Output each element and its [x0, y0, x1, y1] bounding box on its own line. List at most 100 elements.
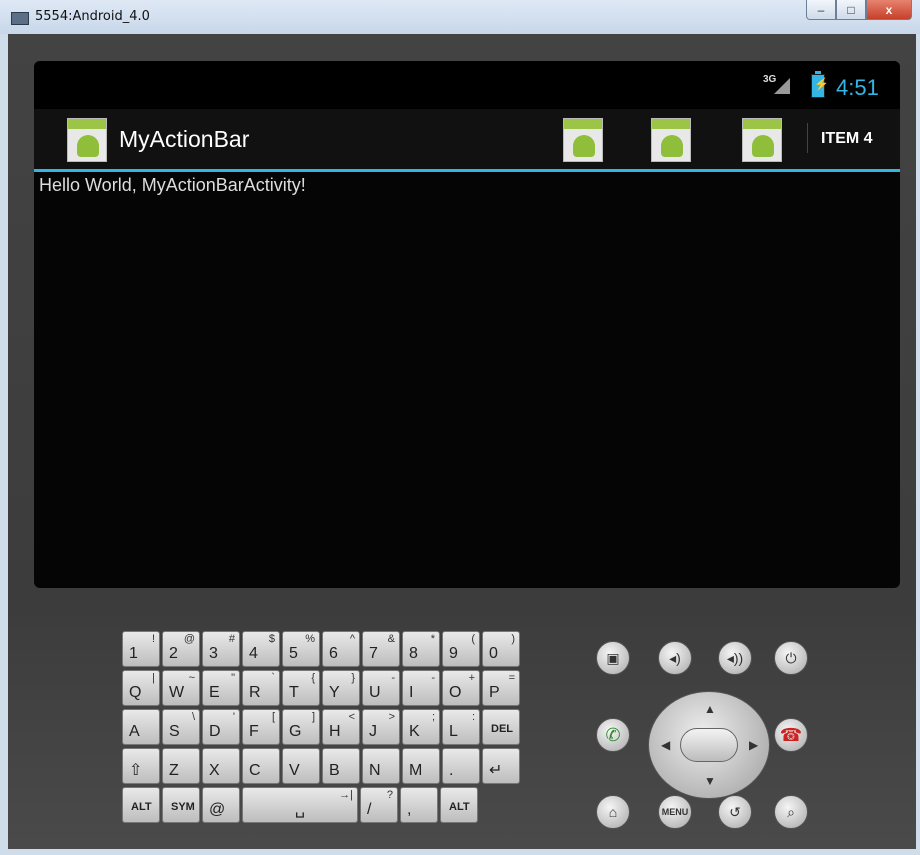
key-label: 5: [289, 645, 298, 662]
back-icon: ↺: [729, 803, 741, 820]
key-1-1[interactable]: W ~: [162, 670, 200, 706]
key-1-3[interactable]: R `: [242, 670, 280, 706]
dpad-down-icon[interactable]: ▼: [704, 774, 716, 788]
key-3-9[interactable]: ↵: [482, 748, 520, 784]
end-call-button[interactable]: ☎: [774, 718, 808, 752]
home-button[interactable]: ⌂: [596, 795, 630, 829]
key-3-4[interactable]: V: [282, 748, 320, 784]
key-2-5[interactable]: H <: [322, 709, 360, 745]
key-0-9[interactable]: 0): [482, 631, 520, 667]
key-1-9[interactable]: P =: [482, 670, 520, 706]
key-2-2[interactable]: D ': [202, 709, 240, 745]
key-0-4[interactable]: 5%: [282, 631, 320, 667]
key-1-2[interactable]: E ": [202, 670, 240, 706]
key-2-4[interactable]: G]: [282, 709, 320, 745]
key-label: 7: [369, 645, 378, 662]
key-2-6[interactable]: J >: [362, 709, 400, 745]
camera-icon: ▣: [606, 649, 620, 666]
emulator-body: 3G ⚡ 4:51 MyActionBar ITEM 4 Hello World…: [8, 34, 916, 849]
key-0-5[interactable]: 6 ^: [322, 631, 360, 667]
device-screen[interactable]: 3G ⚡ 4:51 MyActionBar ITEM 4 Hello World…: [34, 61, 900, 588]
dpad-center-button[interactable]: [680, 728, 738, 762]
key-label: E: [209, 684, 220, 701]
key-2-7[interactable]: K;: [402, 709, 440, 745]
key-3-2[interactable]: X: [202, 748, 240, 784]
power-button[interactable]: ⏻: [774, 641, 808, 675]
key-3-7[interactable]: M: [402, 748, 440, 784]
key-3-8[interactable]: .: [442, 748, 480, 784]
action-item-2-icon[interactable]: [651, 118, 691, 162]
key-label: ALT: [449, 801, 470, 813]
dpad-up-icon[interactable]: ▲: [704, 702, 716, 716]
key-alt-label: $: [268, 633, 275, 645]
key-alt-label: -: [431, 672, 435, 684]
key-4-3[interactable]: ␣ →|: [242, 787, 358, 823]
search-button[interactable]: ⌕: [774, 795, 808, 829]
key-alt-label: ~: [188, 672, 195, 684]
window-icon: [11, 12, 29, 25]
key-0-2[interactable]: 3 #: [202, 631, 240, 667]
status-bar: 3G ⚡ 4:51: [34, 61, 900, 109]
key-4-2[interactable]: @: [202, 787, 240, 823]
volume-down-icon: ◂): [669, 649, 681, 666]
key-2-1[interactable]: S \: [162, 709, 200, 745]
key-1-5[interactable]: Y}: [322, 670, 360, 706]
key-alt-label: ': [232, 711, 235, 723]
dpad-left-icon[interactable]: ◀: [661, 738, 670, 752]
key-3-5[interactable]: B: [322, 748, 360, 784]
key-1-7[interactable]: I-: [402, 670, 440, 706]
camera-button[interactable]: ▣: [596, 641, 630, 675]
minimize-button[interactable]: –: [806, 0, 836, 20]
signal-icon: [774, 78, 790, 94]
close-button[interactable]: x: [866, 0, 912, 20]
key-4-4[interactable]: /?: [360, 787, 398, 823]
back-button[interactable]: ↺: [718, 795, 752, 829]
app-icon[interactable]: [67, 118, 107, 162]
key-2-3[interactable]: F[: [242, 709, 280, 745]
call-button[interactable]: ✆: [596, 718, 630, 752]
volume-up-button[interactable]: ◂)): [718, 641, 752, 675]
key-label: G: [289, 723, 302, 740]
key-2-0[interactable]: A: [122, 709, 160, 745]
key-label: A: [129, 723, 140, 740]
key-0-6[interactable]: 7 &: [362, 631, 400, 667]
key-0-3[interactable]: 4 $: [242, 631, 280, 667]
key-3-0[interactable]: ⇧: [122, 748, 160, 784]
action-item-3-icon[interactable]: [742, 118, 782, 162]
window-title: 5554:Android_4.0: [35, 9, 150, 24]
key-1-6[interactable]: U-: [362, 670, 400, 706]
key-0-1[interactable]: 2 @: [162, 631, 200, 667]
key-4-0[interactable]: ALT: [122, 787, 160, 823]
key-label: Q: [129, 684, 142, 701]
key-1-4[interactable]: T{: [282, 670, 320, 706]
key-4-5[interactable]: ,: [400, 787, 438, 823]
key-4-1[interactable]: SYM: [162, 787, 200, 823]
key-alt-label: <: [348, 711, 355, 723]
key-alt-label: ?: [386, 789, 393, 801]
key-1-8[interactable]: O +: [442, 670, 480, 706]
key-label: T: [289, 684, 299, 701]
key-2-8[interactable]: L:: [442, 709, 480, 745]
key-3-1[interactable]: Z: [162, 748, 200, 784]
dpad[interactable]: ▲ ▼ ◀ ▶: [648, 691, 770, 799]
action-item-1-icon[interactable]: [563, 118, 603, 162]
status-clock: 4:51: [836, 75, 879, 100]
maximize-button[interactable]: □: [836, 0, 866, 20]
menu-button[interactable]: MENU: [658, 795, 692, 829]
action-item-4[interactable]: ITEM 4: [821, 130, 873, 148]
dpad-right-icon[interactable]: ▶: [749, 738, 758, 752]
window-controls: – □ x: [806, 0, 912, 20]
hello-text: Hello World, MyActionBarActivity!: [39, 175, 306, 195]
key-label: 9: [449, 645, 458, 662]
key-0-7[interactable]: 8 *: [402, 631, 440, 667]
volume-down-button[interactable]: ◂): [658, 641, 692, 675]
key-4-6[interactable]: ALT: [440, 787, 478, 823]
key-3-6[interactable]: N: [362, 748, 400, 784]
key-3-3[interactable]: C: [242, 748, 280, 784]
key-label: Y: [329, 684, 340, 701]
key-2-9[interactable]: DEL: [482, 709, 520, 745]
key-0-8[interactable]: 9(: [442, 631, 480, 667]
key-alt-label: >: [388, 711, 395, 723]
key-1-0[interactable]: Q |: [122, 670, 160, 706]
key-0-0[interactable]: 1!: [122, 631, 160, 667]
